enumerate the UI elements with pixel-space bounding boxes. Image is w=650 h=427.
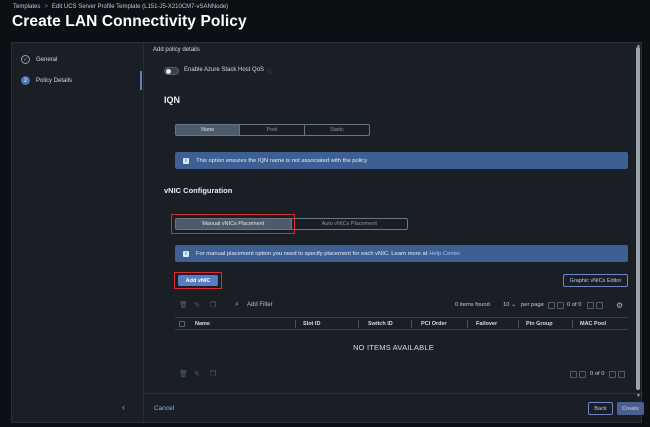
column-name[interactable]: Name	[195, 321, 210, 327]
next-page-button[interactable]	[609, 371, 616, 378]
per-page-label: per page	[521, 302, 544, 308]
graphic-vnics-editor-button[interactable]: Graphic vNICs Editor	[563, 274, 628, 287]
back-button[interactable]: Back	[588, 402, 613, 415]
edit-icon[interactable]: ✎	[194, 301, 200, 309]
column-divider	[572, 320, 573, 328]
per-page-select[interactable]: 10 ⌄	[503, 302, 516, 308]
iqn-heading: IQN	[164, 95, 181, 105]
step-policy-details[interactable]: 2 Policy Details	[21, 76, 72, 85]
azure-qos-toggle[interactable]	[164, 67, 179, 75]
column-switch-id[interactable]: Switch ID	[368, 321, 393, 327]
vnic-info-banner: i For manual placement option you need t…	[175, 245, 628, 262]
check-icon: ✓	[21, 55, 30, 64]
filter-input[interactable]: Add Filter	[247, 302, 273, 308]
column-divider	[411, 320, 412, 328]
active-step-indicator	[140, 71, 142, 90]
column-divider	[358, 320, 359, 328]
step-policy-details-label: Policy Details	[36, 77, 73, 84]
chevron-left-icon[interactable]: ‹	[122, 402, 125, 412]
delete-icon[interactable]: 🗑	[179, 370, 188, 378]
items-found-count: 0 items found	[455, 302, 490, 308]
page-title: Create LAN Connectivity Policy	[12, 13, 247, 30]
vnic-option-auto[interactable]: Auto vNICs Placement	[292, 219, 408, 229]
page-of-label: 0 of 0	[590, 371, 605, 377]
column-pci-order[interactable]: PCI Order	[421, 321, 447, 327]
iqn-banner-text: This option ensures the IQN name is not …	[196, 157, 368, 164]
first-page-button[interactable]	[570, 371, 577, 378]
info-icon: i	[183, 250, 189, 257]
info-icon: i	[183, 157, 189, 164]
column-pin-group[interactable]: Pin Group	[526, 321, 553, 327]
delete-icon[interactable]: 🗑	[179, 301, 188, 309]
cancel-button[interactable]: Cancel	[154, 405, 174, 412]
iqn-selector: None Pool Static	[175, 124, 370, 136]
wizard-steps: ✓ General 2 Policy Details ‹	[12, 43, 144, 422]
iqn-option-pool[interactable]: Pool	[240, 125, 305, 135]
column-divider	[295, 320, 296, 328]
prev-page-button[interactable]	[579, 371, 586, 378]
breadcrumb-root[interactable]: Templates	[13, 4, 40, 10]
prev-page-button[interactable]	[557, 302, 564, 309]
select-all-checkbox[interactable]	[179, 321, 185, 327]
iqn-option-none[interactable]: None	[176, 125, 241, 135]
last-page-button[interactable]	[618, 371, 625, 378]
clone-icon[interactable]: ❐	[210, 301, 216, 309]
iqn-info-banner: i This option ensures the IQN name is no…	[175, 152, 628, 169]
highlight-manual-placement	[171, 214, 295, 234]
policy-details-panel: Add policy details Enable Azure Stack Ho…	[144, 43, 644, 422]
gear-icon[interactable]: ⚙	[616, 301, 623, 310]
last-page-button[interactable]	[596, 302, 603, 309]
table-header: Name Slot ID Switch ID PCI Order Failove…	[175, 317, 628, 330]
footer-divider	[144, 393, 643, 394]
first-page-button[interactable]	[548, 302, 555, 309]
step-general-label: General	[36, 56, 58, 63]
azure-qos-label: Enable Azure Stack Host QoS	[184, 67, 265, 73]
scroll-down-arrow[interactable]: ▼	[636, 393, 641, 399]
toggle-knob	[166, 69, 171, 74]
iqn-option-static[interactable]: Static	[305, 125, 369, 135]
highlight-add-vnic	[174, 272, 222, 289]
edit-icon[interactable]: ✎	[194, 370, 200, 378]
page-of-label: 0 of 0	[567, 302, 582, 308]
per-page-value: 10	[503, 302, 510, 308]
column-slot-id[interactable]: Slot ID	[303, 321, 320, 327]
column-divider	[518, 320, 519, 328]
step-number-icon: 2	[21, 76, 30, 85]
vnic-banner-text: For manual placement option you need to …	[196, 250, 428, 257]
step-general[interactable]: ✓ General	[21, 55, 57, 64]
clone-icon[interactable]: ❐	[210, 370, 216, 378]
chevron-down-icon: ⌄	[511, 302, 516, 308]
search-icon: ⌕	[235, 301, 239, 308]
section-subtitle: Add policy details	[153, 47, 200, 53]
breadcrumb-current[interactable]: Edit UCS Server Profile Template (L151-J…	[52, 4, 228, 10]
column-mac-pool[interactable]: MAC Pool	[580, 321, 606, 327]
info-icon[interactable]: ⓘ	[267, 68, 272, 75]
next-page-button[interactable]	[587, 302, 594, 309]
column-divider	[467, 320, 468, 328]
create-button[interactable]: Create	[617, 402, 644, 415]
help-center-link[interactable]: Help Center	[429, 251, 460, 257]
breadcrumb-separator: >	[44, 4, 48, 10]
vnic-heading: vNIC Configuration	[164, 186, 233, 195]
wizard-frame: ✓ General 2 Policy Details ‹ Add policy …	[11, 42, 644, 423]
empty-state-message: NO ITEMS AVAILABLE	[353, 343, 434, 352]
scrollbar-thumb[interactable]	[636, 47, 640, 390]
breadcrumb: Templates > Edit UCS Server Profile Temp…	[13, 4, 228, 10]
column-failover[interactable]: Failover	[476, 321, 497, 327]
